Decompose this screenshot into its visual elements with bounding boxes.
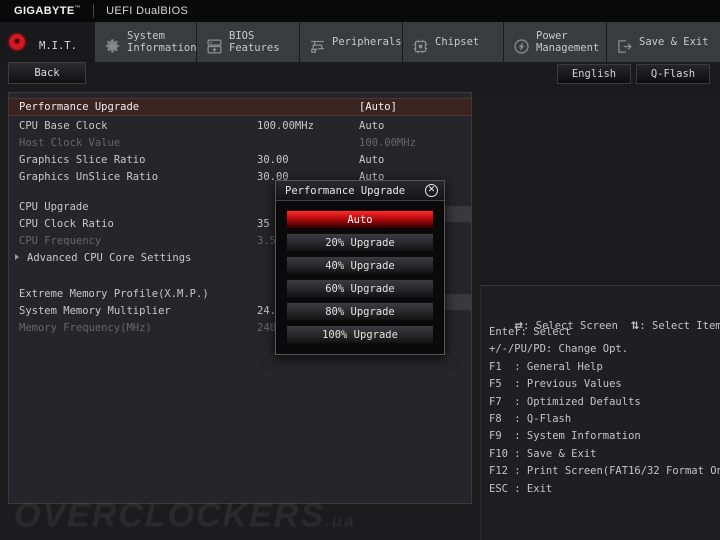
- tab-mit-label: M.I.T.: [39, 40, 77, 52]
- settings-row[interactable]: Host Clock Value 100.00MHz: [9, 134, 471, 151]
- peripherals-plug-icon: [309, 26, 326, 58]
- expand-triangle-icon: [15, 254, 19, 260]
- trademark-glyph: ™: [74, 5, 82, 12]
- help-line: +/-/PU/PD: Change Opt.: [489, 343, 629, 356]
- settings-row[interactable]: CPU Base Clock 100.00MHz Auto: [9, 117, 471, 134]
- dialog-option[interactable]: 40% Upgrade: [286, 256, 434, 275]
- settings-row-setting-value[interactable]: [Auto]: [359, 101, 397, 113]
- tab-power-management[interactable]: Power Management: [504, 22, 607, 62]
- help-line: F10 : Save & Exit: [489, 447, 597, 460]
- exit-door-arrow-icon: [616, 26, 633, 58]
- dialog-title: Performance Upgrade: [285, 184, 406, 197]
- dialog-option[interactable]: 20% Upgrade: [286, 233, 434, 252]
- brand-bar: GIGABYTE™ UEFI DualBIOS: [0, 0, 720, 22]
- help-line: ESC : Exit: [489, 482, 553, 495]
- dialog-option[interactable]: Auto: [286, 210, 434, 229]
- tab-bios-features[interactable]: BIOS Features: [197, 22, 300, 62]
- settings-row-label: Performance Upgrade: [19, 101, 140, 113]
- brand-divider: [93, 4, 95, 18]
- gear-icon: [104, 26, 121, 58]
- gigabyte-logo: GIGABYTE™: [14, 5, 82, 17]
- settings-row[interactable]: Performance Upgrade [Auto]: [9, 98, 471, 116]
- dialog-options-list: Auto 20% Upgrade 40% Upgrade 60% Upgrade 80%…: [276, 201, 444, 354]
- tab-peripherals[interactable]: Peripherals: [300, 22, 403, 62]
- help-line: F9 : System Information: [489, 430, 641, 443]
- settings-row-label: Advanced CPU Core Settings: [27, 251, 192, 264]
- settings-row-label: CPU Upgrade: [19, 200, 89, 213]
- tab-system-information[interactable]: System Information: [95, 22, 197, 62]
- help-line: Enter: Select: [489, 326, 572, 338]
- settings-row-setting-value[interactable]: 100.00MHz: [359, 137, 416, 149]
- mit-target-icon: [9, 34, 25, 50]
- settings-row-setting-value[interactable]: Auto: [359, 120, 384, 132]
- main-tab-strip: M.I.T. System Information BIOS Features …: [0, 22, 720, 62]
- help-panel: ⇄: Select Screen ⇅: Select Item Enter: S…: [480, 285, 720, 540]
- settings-row-label: Graphics UnSlice Ratio: [19, 170, 159, 183]
- settings-row-current-value: 30.00: [257, 153, 289, 166]
- tab-power-management-label: Power Management: [536, 30, 600, 54]
- performance-upgrade-dialog: Performance Upgrade ✕ Auto 20% Upgrade 40%…: [275, 180, 445, 355]
- tab-save-and-exit-label: Save & Exit: [639, 36, 709, 48]
- tab-chipset[interactable]: Chipset: [403, 22, 504, 62]
- close-circle-icon[interactable]: ✕: [425, 184, 438, 197]
- help-line: F1 : General Help: [489, 360, 603, 373]
- settings-row-label: Host Clock Value: [19, 136, 121, 149]
- language-button[interactable]: English: [557, 64, 631, 84]
- settings-row-label: CPU Base Clock: [19, 119, 108, 132]
- hdd-plus-icon: [206, 26, 223, 58]
- settings-row-current-value: 100.00MHz: [257, 119, 314, 132]
- chip-icon: [412, 26, 429, 58]
- qflash-button[interactable]: Q-Flash: [636, 64, 710, 84]
- secondary-bar: Back English Q-Flash: [0, 62, 720, 90]
- settings-row-label: CPU Frequency: [19, 234, 102, 247]
- help-line: F7 : Optimized Defaults: [489, 395, 641, 408]
- settings-row-label: System Memory Multiplier: [19, 304, 171, 317]
- tab-bios-features-label: BIOS Features: [229, 30, 280, 54]
- tab-save-and-exit[interactable]: Save & Exit: [607, 22, 720, 62]
- settings-row-label: Graphics Slice Ratio: [19, 153, 146, 166]
- dialog-title-bar: Performance Upgrade ✕: [276, 181, 444, 201]
- lightning-bolt-icon: [513, 26, 530, 58]
- help-line: F12 : Print Screen(FAT16/32 Format Only): [489, 465, 720, 478]
- dialog-option[interactable]: 100% Upgrade: [286, 325, 434, 344]
- tab-chipset-label: Chipset: [435, 36, 480, 48]
- tab-peripherals-label: Peripherals: [332, 36, 402, 48]
- help-line: F5 : Previous Values: [489, 378, 622, 391]
- settings-row-current-value: 35: [257, 217, 270, 230]
- settings-row-setting-value[interactable]: Auto: [359, 154, 384, 166]
- help-line: F8 : Q-Flash: [489, 413, 572, 425]
- settings-row-label: Memory Frequency(MHz): [19, 321, 152, 334]
- settings-row-label: Extreme Memory Profile(X.M.P.): [19, 287, 209, 300]
- tab-system-information-label: System Information: [127, 30, 197, 54]
- dialog-option[interactable]: 60% Upgrade: [286, 279, 434, 298]
- brand-subtitle: UEFI DualBIOS: [106, 5, 189, 17]
- settings-row-label: CPU Clock Ratio: [19, 217, 114, 230]
- back-button[interactable]: Back: [8, 62, 86, 84]
- help-select-item-text: : Select Item: [639, 320, 720, 332]
- settings-row[interactable]: Graphics Slice Ratio 30.00 Auto: [9, 151, 471, 168]
- dialog-option[interactable]: 80% Upgrade: [286, 302, 434, 321]
- tab-mit[interactable]: M.I.T.: [0, 22, 95, 62]
- watermark-suffix: .ua: [325, 511, 356, 530]
